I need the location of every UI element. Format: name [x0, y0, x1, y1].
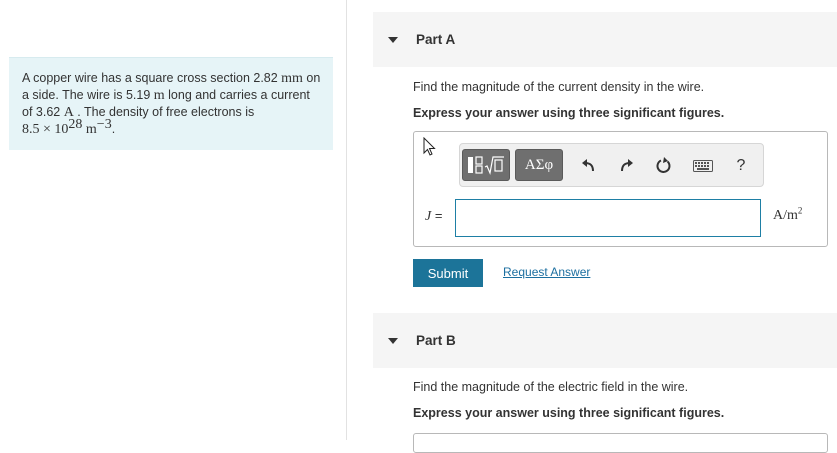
equals-sign: =: [431, 208, 443, 223]
collapse-caret-icon[interactable]: [388, 36, 398, 43]
help-icon: ?: [736, 157, 746, 174]
part-a-header[interactable]: Part A: [373, 12, 837, 67]
redo-button[interactable]: [615, 155, 637, 177]
problem-statement: A copper wire has a square cross section…: [9, 57, 333, 150]
reset-icon: [656, 157, 671, 173]
unit-exponent: 2: [797, 205, 803, 216]
column-divider: [346, 0, 347, 440]
part-b-header[interactable]: Part B: [373, 313, 837, 368]
part-b-question: Find the magnitude of the electric field…: [413, 380, 689, 394]
density-unit: m: [82, 122, 97, 137]
answer-label: J =: [425, 208, 442, 225]
keyboard-button[interactable]: [691, 155, 715, 177]
redo-icon: [621, 159, 633, 172]
undo-button[interactable]: [578, 155, 600, 177]
fraction-root-template-icon: [468, 156, 504, 176]
mouse-cursor-icon: [423, 137, 436, 156]
density-exponent: 28: [68, 116, 83, 132]
part-a-question: Find the magnitude of the current densit…: [413, 80, 705, 94]
problem-text: A copper wire has a square cross section…: [22, 71, 282, 85]
unit-mm: mm: [281, 71, 303, 86]
templates-button[interactable]: [462, 149, 510, 181]
part-b-answer-box: [413, 433, 828, 453]
problem-text: .: [111, 122, 116, 136]
reset-button[interactable]: [653, 155, 675, 177]
part-a-title: Part A: [416, 32, 456, 47]
part-a-instruction: Express your answer using three signific…: [413, 106, 725, 120]
math-toolbar: ΑΣφ ?: [459, 143, 764, 187]
unit-m: m: [153, 88, 165, 103]
help-button[interactable]: ?: [731, 155, 751, 177]
answer-box: ΑΣφ ? J = A/m2: [413, 131, 828, 247]
undo-icon: [582, 159, 594, 172]
greek-symbols-button[interactable]: ΑΣφ: [515, 149, 563, 181]
collapse-caret-icon[interactable]: [388, 337, 398, 344]
part-b-instruction: Express your answer using three signific…: [413, 406, 725, 420]
answer-input[interactable]: [455, 199, 761, 237]
density-value: 8.5 × 10: [22, 122, 69, 137]
greek-symbols-label: ΑΣφ: [524, 156, 554, 173]
density-unit-exponent: −3: [96, 116, 112, 132]
keyboard-icon: [693, 160, 713, 172]
submit-button[interactable]: Submit: [413, 259, 483, 287]
part-b-title: Part B: [416, 333, 456, 348]
unit-base: A/m: [773, 208, 798, 223]
request-answer-link[interactable]: Request Answer: [503, 265, 590, 279]
answer-unit: A/m2: [773, 205, 803, 224]
